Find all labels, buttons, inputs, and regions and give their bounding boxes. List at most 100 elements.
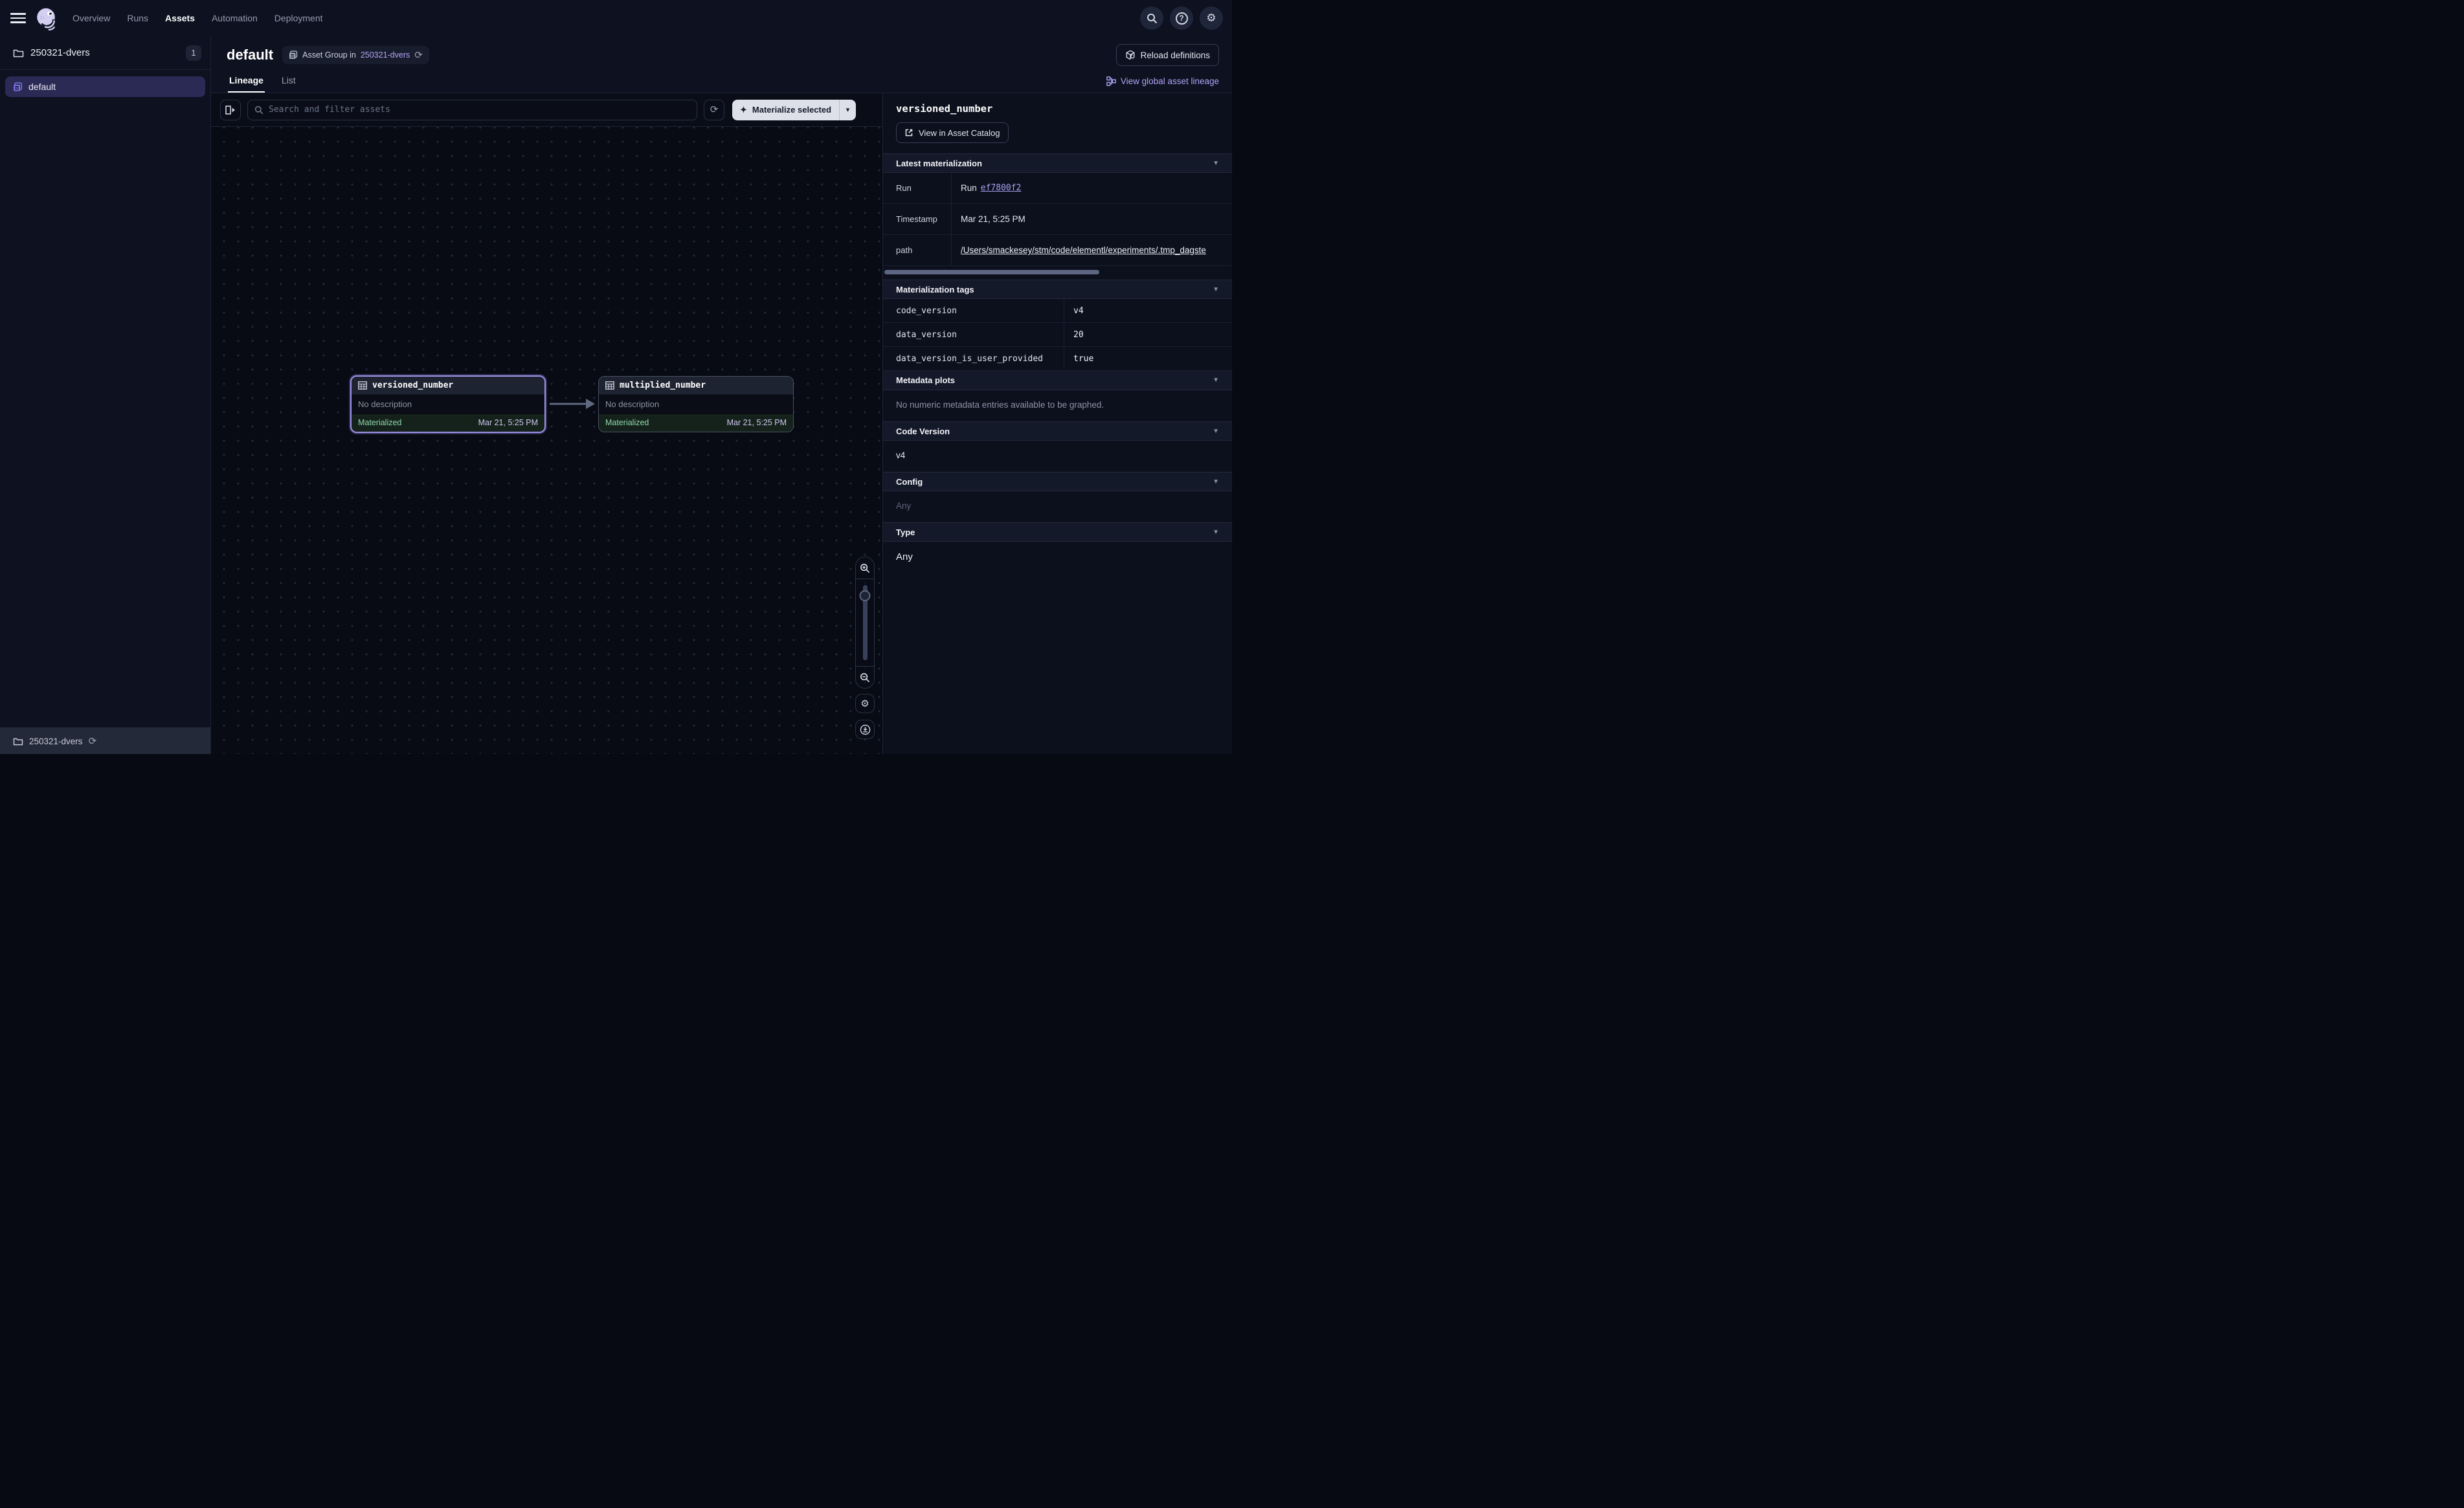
metadata-plots-empty-text: No numeric metadata entries available to…: [883, 390, 1232, 421]
chevron-down-icon: ▾: [846, 105, 850, 114]
page-title: default: [227, 47, 273, 63]
view-global-asset-lineage-link[interactable]: View global asset lineage: [1106, 76, 1219, 93]
section-title: Metadata plots: [896, 375, 955, 385]
asset-node-title: versioned_number: [372, 381, 453, 390]
section-latest-materialization[interactable]: Latest materialization ▼: [883, 153, 1232, 173]
folder-icon: [13, 737, 23, 746]
collapse-triangle-icon: ▼: [1213, 160, 1219, 167]
chip-prefix: Asset Group in: [302, 50, 356, 60]
sparkle-icon: ✦: [740, 105, 747, 115]
nav-item-assets[interactable]: Assets: [165, 13, 195, 23]
refresh-graph-button[interactable]: ⟳: [704, 100, 724, 120]
workspace-header: default Asset Group in 250321-dvers ⟳ Re…: [211, 36, 1232, 93]
tag-value: true: [1064, 347, 1232, 370]
materialization-time: Mar 21, 5:25 PM: [727, 418, 787, 427]
tag-value: v4: [1064, 299, 1232, 322]
tab-list[interactable]: List: [280, 70, 297, 93]
nav-item-runs[interactable]: Runs: [127, 13, 148, 23]
reload-definitions-button[interactable]: Reload definitions: [1116, 44, 1219, 66]
lineage-edge-arrow: [550, 397, 596, 410]
chip-repo-link[interactable]: 250321-dvers: [361, 50, 410, 60]
materialize-selected-button[interactable]: ✦ Materialize selected ▾: [732, 100, 856, 120]
run-id-link[interactable]: ef7800f2: [981, 183, 1022, 193]
asset-node-multiplied-number[interactable]: multiplied_number No description Materia…: [598, 376, 794, 432]
sidebar: 250321-dvers 1 default 250321-dvers ⟳: [0, 36, 211, 754]
path-link[interactable]: /Users/smackesey/stm/code/elementl/exper…: [961, 245, 1206, 255]
sidebar-spacer: [0, 104, 210, 727]
dagster-app: Overview Runs Assets Automation Deployme…: [0, 0, 1232, 754]
run-text: Run: [961, 183, 977, 193]
section-type[interactable]: Type ▼: [883, 522, 1232, 542]
refresh-icon[interactable]: ⟳: [414, 50, 423, 60]
lineage-canvas[interactable]: versioned_number No description Material…: [211, 127, 882, 754]
section-title: Config: [896, 477, 923, 487]
search-icon: [1147, 13, 1158, 24]
refresh-icon[interactable]: ⟳: [89, 737, 97, 746]
section-config[interactable]: Config ▼: [883, 472, 1232, 491]
panel-expand-icon: [225, 105, 236, 115]
section-code-version[interactable]: Code Version ▼: [883, 421, 1232, 441]
download-graph-button[interactable]: [855, 720, 875, 739]
section-title: Latest materialization: [896, 159, 982, 168]
sidebar-item-default-group[interactable]: default: [5, 76, 205, 97]
content: ⟳ ✦ Materialize selected ▾: [211, 93, 1232, 754]
collapse-triangle-icon: ▼: [1213, 286, 1219, 293]
nav-item-deployment[interactable]: Deployment: [274, 13, 323, 23]
horizontal-scrollbar[interactable]: [884, 270, 1099, 274]
sidebar-item-label: default: [28, 82, 56, 92]
folder-icon: [13, 49, 24, 58]
top-nav: Overview Runs Assets Automation Deployme…: [0, 0, 1232, 36]
hamburger-menu-icon[interactable]: [10, 10, 26, 26]
graph-settings-button[interactable]: ⚙: [855, 694, 875, 713]
view-global-asset-lineage-label: View global asset lineage: [1121, 76, 1219, 86]
topnav-actions: ? ⚙: [1140, 6, 1223, 30]
collapse-triangle-icon: ▼: [1213, 529, 1219, 536]
section-title: Type: [896, 527, 915, 537]
expand-sidebar-button[interactable]: [220, 100, 241, 120]
tab-lineage[interactable]: Lineage: [228, 70, 265, 93]
settings-button[interactable]: ⚙: [1200, 6, 1223, 30]
repo-name: 250321-dvers: [30, 47, 179, 58]
tag-value: 20: [1064, 323, 1232, 346]
materialize-dropdown-toggle[interactable]: ▾: [839, 100, 856, 120]
asset-group-icon: [13, 82, 23, 92]
table-row: code_version v4: [883, 299, 1232, 323]
materialization-tags-table: code_version v4 data_version 20 data_ver…: [883, 299, 1232, 371]
config-value: Any: [883, 491, 1232, 522]
tag-key: data_version: [883, 323, 1064, 346]
horizontal-scrollbar-track: [883, 266, 1232, 280]
table-row: path /Users/smackesey/stm/code/elementl/…: [883, 235, 1232, 266]
help-button[interactable]: ?: [1170, 6, 1193, 30]
zoom-slider-knob[interactable]: [860, 590, 871, 601]
nav-item-automation[interactable]: Automation: [212, 13, 258, 23]
zoom-in-icon: [860, 563, 870, 573]
timestamp-value: Mar 21, 5:25 PM: [952, 204, 1232, 234]
view-in-asset-catalog-button[interactable]: View in Asset Catalog: [896, 122, 1009, 143]
search-input[interactable]: [269, 105, 690, 115]
asset-group-chip: Asset Group in 250321-dvers ⟳: [282, 46, 429, 64]
asset-search-box: [247, 100, 697, 120]
section-materialization-tags[interactable]: Materialization tags ▼: [883, 280, 1232, 299]
zoom-out-icon: [860, 672, 870, 683]
search-button[interactable]: [1140, 6, 1163, 30]
asset-count-badge: 1: [186, 45, 201, 61]
zoom-out-button[interactable]: [856, 667, 874, 688]
zoom-controls: [855, 557, 875, 689]
status-badge: Materialized: [605, 418, 649, 427]
asset-node-versioned-number[interactable]: versioned_number No description Material…: [350, 375, 546, 433]
collapse-triangle-icon: ▼: [1213, 428, 1219, 435]
nav-item-overview[interactable]: Overview: [73, 13, 110, 23]
collapse-triangle-icon: ▼: [1213, 377, 1219, 384]
sidebar-repo-row[interactable]: 250321-dvers 1: [0, 36, 210, 70]
asset-node-description: No description: [599, 394, 793, 414]
row-label: path: [883, 235, 952, 265]
tag-key: data_version_is_user_provided: [883, 347, 1064, 370]
asset-node-description: No description: [352, 394, 544, 414]
materialize-selected-label: Materialize selected: [752, 105, 831, 115]
collapse-triangle-icon: ▼: [1213, 478, 1219, 485]
zoom-slider[interactable]: [856, 579, 874, 667]
zoom-in-button[interactable]: [856, 557, 874, 579]
asset-group-icon: [289, 50, 298, 60]
gear-icon: ⚙: [1206, 12, 1216, 25]
section-metadata-plots[interactable]: Metadata plots ▼: [883, 371, 1232, 390]
